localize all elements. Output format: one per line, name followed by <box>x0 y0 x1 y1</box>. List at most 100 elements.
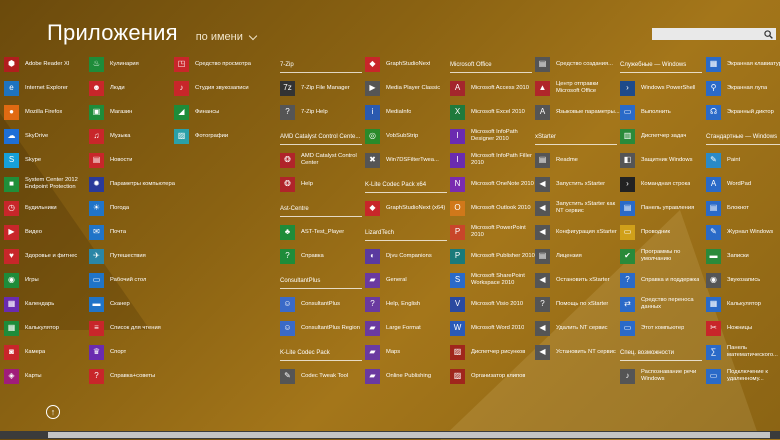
app-tile[interactable]: ▶ Видео <box>4 220 92 244</box>
app-tile[interactable]: ❂ Help <box>280 172 368 196</box>
app-tile[interactable]: ✹ Параметры компьютера <box>89 172 177 196</box>
app-tile[interactable]: ▤ Блокнот <box>706 196 780 220</box>
app-tile[interactable]: ▬ Записки <box>706 244 780 268</box>
app-tile[interactable]: S Microsoft SharePoint Workspace 2010 <box>450 268 538 292</box>
app-tile[interactable]: ☁ SkyDrive <box>4 124 92 148</box>
app-tile[interactable]: ▭ Подключение к удаленному... <box>706 364 780 388</box>
app-tile[interactable]: I Microsoft InfoPath Filler 2010 <box>450 148 538 172</box>
app-tile[interactable]: ▭ Проводник <box>620 220 708 244</box>
app-tile[interactable]: ✖ Win7DSFilterTwea... <box>365 148 453 172</box>
app-tile[interactable]: ♨ Кулинария <box>89 52 177 76</box>
sort-by-name-dropdown[interactable]: по имени <box>196 31 258 43</box>
app-tile[interactable]: ◀ Запустить xStarter как NT сервис <box>535 196 623 220</box>
app-tile[interactable]: ◀ Запустить xStarter <box>535 172 623 196</box>
app-tile[interactable]: ▣ Магазин <box>89 100 177 124</box>
app-tile[interactable]: ♪ Распознавание речи Windows <box>620 364 708 388</box>
app-tile[interactable]: ∑ Панель математического... <box>706 340 780 364</box>
app-tile[interactable]: ◙ Камера <box>4 340 92 364</box>
app-tile[interactable]: N Microsoft OneNote 2010 <box>450 172 538 196</box>
app-tile[interactable]: ☊ Экранный диктор <box>706 100 780 124</box>
app-tile[interactable]: V Microsoft Visio 2010 <box>450 292 538 316</box>
app-tile[interactable]: ♛ Спорт <box>89 340 177 364</box>
app-tile[interactable]: ? Справка и поддержка <box>620 268 708 292</box>
app-tile[interactable]: ▰ General <box>365 268 453 292</box>
app-tile[interactable]: ◎ VobSubStrip <box>365 124 453 148</box>
app-tile[interactable]: ▲ Центр отправки Microsoft Office <box>535 76 623 100</box>
app-tile[interactable]: S Skype <box>4 148 92 172</box>
app-tile[interactable]: ✎ Codec Tweak Tool <box>280 364 368 388</box>
app-tile[interactable]: ■ System Center 2012 Endpoint Protection <box>4 172 92 196</box>
app-tile[interactable]: X Microsoft Excel 2010 <box>450 100 538 124</box>
app-tile[interactable]: ? Справка <box>280 244 368 268</box>
app-tile[interactable]: ▨ Организатор клипов <box>450 364 538 388</box>
app-tile[interactable]: ▰ Maps <box>365 340 453 364</box>
app-tile[interactable]: ▤ Средство создания... <box>535 52 623 76</box>
app-tile[interactable]: ▰ Large Format <box>365 316 453 340</box>
app-tile[interactable]: ⬢ Adobe Reader XI <box>4 52 92 76</box>
app-tile[interactable]: ✈ Путешествия <box>89 244 177 268</box>
app-tile[interactable]: ❂ AMD Catalyst Control Center <box>280 148 368 172</box>
app-tile[interactable]: ▭ Рабочий стол <box>89 268 177 292</box>
app-tile[interactable]: ▨ Диспетчер рисунков <box>450 340 538 364</box>
app-tile[interactable]: ✎ Журнал Windows <box>706 220 780 244</box>
app-tile[interactable]: ◀ Остановить xStarter <box>535 268 623 292</box>
app-tile[interactable]: ▦ Экранная клавиатура <box>706 52 780 76</box>
horizontal-scrollbar[interactable] <box>0 431 780 439</box>
app-tile[interactable]: ✎ Paint <box>706 148 780 172</box>
app-tile[interactable]: ◷ Будильники <box>4 196 92 220</box>
app-tile[interactable]: ▤ Панель управления <box>620 196 708 220</box>
app-tile[interactable]: ▨ Фотографии <box>174 124 262 148</box>
app-tile[interactable]: ◉ Звукозапись <box>706 268 780 292</box>
app-tile[interactable]: ☻ Люди <box>89 76 177 100</box>
app-tile[interactable]: O Microsoft Outlook 2010 <box>450 196 538 220</box>
app-tile[interactable]: ▰ Online Publishing <box>365 364 453 388</box>
app-tile[interactable]: ♥ Здоровье и фитнес <box>4 244 92 268</box>
scroll-up-arrow-icon[interactable]: ↑ <box>46 405 60 419</box>
app-tile[interactable]: ▥ Диспетчер задач <box>620 124 708 148</box>
app-tile[interactable]: ◆ GraphStudioNext <box>365 52 453 76</box>
app-tile[interactable]: › Командная строка <box>620 172 708 196</box>
app-tile[interactable]: A Microsoft Access 2010 <box>450 76 538 100</box>
app-tile[interactable]: ? Help, English <box>365 292 453 316</box>
app-tile[interactable]: A Языковые параметры... <box>535 100 623 124</box>
app-tile[interactable]: ▦ Калькулятор <box>4 316 92 340</box>
app-tile[interactable]: ☺ ConsultantPlus Region <box>280 316 368 340</box>
app-tile[interactable]: ▬ Сканер <box>89 292 177 316</box>
app-tile[interactable]: ☺ ConsultantPlus <box>280 292 368 316</box>
app-tile[interactable]: ▭ Этот компьютер <box>620 316 708 340</box>
app-tile[interactable]: ▤ Новости <box>89 148 177 172</box>
app-tile[interactable]: ◈ Карты <box>4 364 92 388</box>
app-tile[interactable]: ▤ Readme <box>535 148 623 172</box>
app-tile[interactable]: i MediaInfo <box>365 100 453 124</box>
app-tile[interactable]: ◀ Установить NT сервис <box>535 340 623 364</box>
app-tile[interactable]: ◀ Удалить NT сервис <box>535 316 623 340</box>
app-tile[interactable]: ● Mozilla Firefox <box>4 100 92 124</box>
app-tile[interactable]: A WordPad <box>706 172 780 196</box>
app-tile[interactable]: e Internet Explorer <box>4 76 92 100</box>
app-tile[interactable]: ◉ Игры <box>4 268 92 292</box>
app-tile[interactable]: ♣ AST-Test_Player <box>280 220 368 244</box>
app-tile[interactable]: ⚲ Экранная лупа <box>706 76 780 100</box>
app-tile[interactable]: ✔ Программы по умолчанию <box>620 244 708 268</box>
app-tile[interactable]: ◆ GraphStudioNext (x64) <box>365 196 453 220</box>
app-tile[interactable]: ♪ Студия звукозаписи <box>174 76 262 100</box>
app-tile[interactable]: ▶ Media Player Classic <box>365 76 453 100</box>
app-tile[interactable]: ▦ Калькулятор <box>706 292 780 316</box>
app-tile[interactable]: ▤ Лицензия <box>535 244 623 268</box>
app-tile[interactable]: ≡ Список для чтения <box>89 316 177 340</box>
app-tile[interactable]: ✂ Ножницы <box>706 316 780 340</box>
app-tile[interactable]: ◐ Djvu Companions <box>365 244 453 268</box>
app-tile[interactable]: › Windows PowerShell <box>620 76 708 100</box>
app-tile[interactable]: ☀ Погода <box>89 196 177 220</box>
app-tile[interactable]: ? 7-Zip Help <box>280 100 368 124</box>
app-tile[interactable]: ⇄ Средство переноса данных <box>620 292 708 316</box>
app-tile[interactable]: P Microsoft Publisher 2010 <box>450 244 538 268</box>
app-tile[interactable]: W Microsoft Word 2010 <box>450 316 538 340</box>
app-tile[interactable]: ◧ Защитник Windows <box>620 148 708 172</box>
app-tile[interactable]: ✉ Почта <box>89 220 177 244</box>
search-input[interactable] <box>652 28 776 40</box>
app-tile[interactable]: 7z 7-Zip File Manager <box>280 76 368 100</box>
app-tile[interactable]: ◳ Средство просмотра <box>174 52 262 76</box>
app-tile[interactable]: ▦ Календарь <box>4 292 92 316</box>
app-tile[interactable]: ◀ Конфигурация xStarter <box>535 220 623 244</box>
